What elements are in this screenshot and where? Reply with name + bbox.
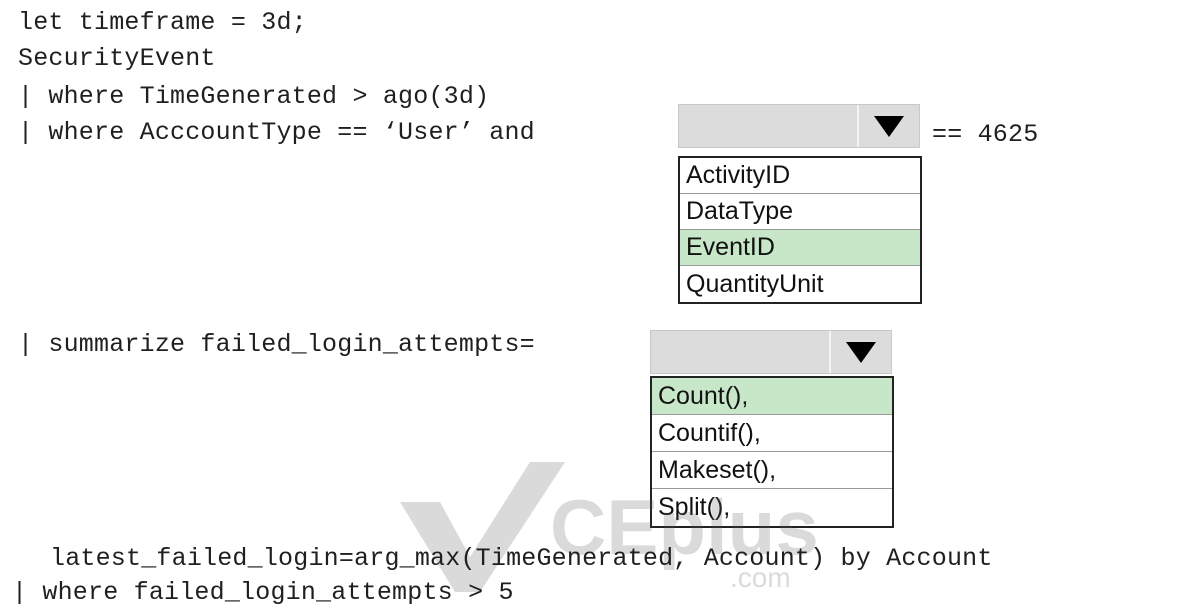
code-line-where-failed-attempts: | where failed_login_attempts > 5 xyxy=(12,578,514,607)
code-line-let-timeframe: let timeframe = 3d; xyxy=(18,8,307,37)
code-line-security-event: SecurityEvent xyxy=(18,44,216,73)
option-datatype[interactable]: DataType xyxy=(680,194,920,230)
option-activityid[interactable]: ActivityID xyxy=(680,158,920,194)
option-eventid[interactable]: EventID xyxy=(680,230,920,266)
dropdown-aggregate-value[interactable] xyxy=(651,331,831,373)
dropdown-aggregate-button[interactable] xyxy=(829,331,891,373)
triangle-down-icon xyxy=(846,341,876,363)
dropdown-eventid-button[interactable] xyxy=(857,105,919,147)
dropdown-aggregate-selector[interactable] xyxy=(650,330,892,374)
code-line-equals-4625: == 4625 xyxy=(932,120,1039,149)
option-makeset[interactable]: Makeset(), xyxy=(652,452,892,489)
dropdown-eventid-value[interactable] xyxy=(679,105,859,147)
dropdown-eventid-selector[interactable] xyxy=(678,104,920,148)
code-line-latest-failed-login: latest_failed_login=arg_max(TimeGenerate… xyxy=(50,544,993,573)
option-split[interactable]: Split(), xyxy=(652,489,892,526)
dropdown-eventid-list: ActivityID DataType EventID QuantityUnit xyxy=(678,156,922,304)
dropdown-aggregate-list: Count(), Countif(), Makeset(), Split(), xyxy=(650,376,894,528)
option-count[interactable]: Count(), xyxy=(652,378,892,415)
triangle-down-icon xyxy=(874,115,904,137)
code-line-where-accounttype: | where AcccountType == ‘User’ and xyxy=(18,118,535,147)
code-line-summarize: | summarize failed_login_attempts= xyxy=(18,330,535,359)
option-quantityunit[interactable]: QuantityUnit xyxy=(680,266,920,302)
code-line-where-timegenerated: | where TimeGenerated > ago(3d) xyxy=(18,82,490,111)
option-countif[interactable]: Countif(), xyxy=(652,415,892,452)
